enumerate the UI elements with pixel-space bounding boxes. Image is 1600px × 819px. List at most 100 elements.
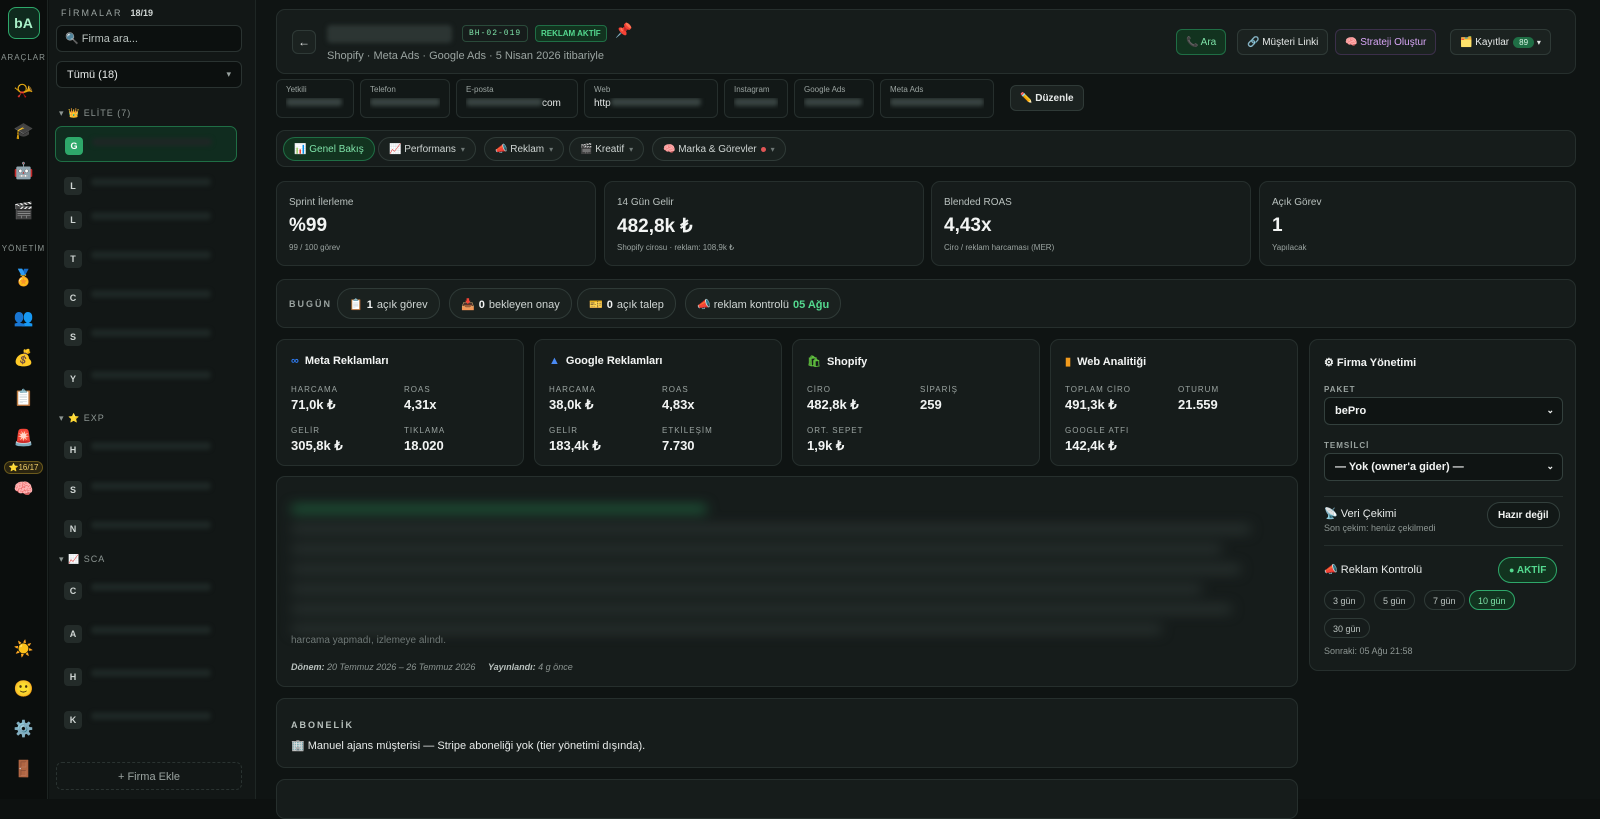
company-item[interactable]: S [55, 471, 237, 507]
field-eposta[interactable]: E-posta com [456, 79, 578, 118]
company-item[interactable]: Y [55, 360, 237, 396]
pending-approvals-pill[interactable]: 📥 0 bekleyen onay [449, 288, 572, 319]
divider [1324, 545, 1563, 546]
google-ads-card[interactable]: ▲ Google Reklamları HARCAMA 38,0k ₺ ROAS 4,… [534, 339, 782, 466]
company-name-redacted [91, 482, 211, 490]
management-title: ⚙ Firma Yönetimi [1324, 357, 1417, 369]
megaphone-icon[interactable]: 📯 [9, 76, 39, 106]
package-select[interactable]: bePro ⌄ [1324, 397, 1563, 425]
users-icon[interactable]: 👥 [9, 303, 39, 333]
chevron-down-icon: ▾ [770, 145, 775, 154]
tab-performance[interactable]: 📈 Performans ▾ [378, 137, 476, 161]
company-name-redacted [92, 138, 212, 146]
shopify-card[interactable]: 🛍 Shopify CİRO 482,8k ₺ SİPARİŞ 259 ORT. SE… [792, 339, 1040, 466]
representative-select[interactable]: — Yok (owner'a gider) — ⌄ [1324, 453, 1563, 481]
brain-icon[interactable]: 🧠 [9, 474, 39, 504]
money-bag-icon[interactable]: 💰 [9, 343, 39, 373]
score-badge: ⭐16/17 [3, 461, 44, 474]
edit-button[interactable]: ✏️ Düzenle [1010, 85, 1084, 111]
group-elite[interactable]: ▾ 👑 ELİTE (7) [59, 108, 131, 119]
robot-icon[interactable]: 🤖 [9, 156, 39, 186]
records-button[interactable]: 🗂️ Kayıtlar 89 ▾ [1450, 29, 1551, 55]
app-logo[interactable]: bA [7, 7, 40, 39]
company-item[interactable]: L [55, 167, 237, 203]
open-requests-pill[interactable]: 🎫 0 açık talep [577, 288, 676, 319]
tab-brand-tasks[interactable]: 🧠 Marka & Görevler ▾ [652, 137, 786, 161]
interval-5-chip[interactable]: 5 gün [1374, 590, 1415, 610]
clipboard-icon[interactable]: 📋 [9, 383, 39, 413]
company-avatar: G [65, 137, 83, 155]
field-yetkili[interactable]: Yetkili [276, 79, 354, 118]
back-button[interactable]: ← [292, 30, 316, 54]
google-ads-logo-icon: ▲ [549, 355, 560, 367]
exit-door-icon[interactable]: 🚪 [9, 754, 39, 784]
sun-icon[interactable]: ☀️ [9, 634, 39, 664]
analytics-bars-icon: ▮ [1065, 356, 1072, 368]
company-item[interactable]: L [55, 201, 237, 237]
call-button[interactable]: 📞 Ara [1176, 29, 1227, 55]
alarm-icon[interactable]: 🚨 [9, 423, 39, 453]
company-name-redacted [91, 442, 211, 450]
field-telefon[interactable]: Telefon [360, 79, 450, 118]
company-item[interactable]: C [55, 279, 237, 315]
company-item[interactable]: T [55, 240, 237, 276]
company-item[interactable]: H [55, 431, 237, 467]
company-name-redacted [91, 626, 211, 634]
tab-ads[interactable]: 📣 Reklam ▾ [484, 137, 565, 161]
kpi-card: Blended ROAS 4,43x Ciro / reklam harcaması… [931, 181, 1251, 266]
field-web[interactable]: Web http [584, 79, 718, 118]
company-item[interactable]: C [55, 572, 237, 608]
interval-7-chip[interactable]: 7 gün [1424, 590, 1465, 610]
company-avatar: H [64, 668, 82, 686]
meta-ads-card[interactable]: ∞ Meta Reklamları HARCAMA 71,0k ₺ ROAS 4,31… [276, 339, 524, 466]
ad-check-pill[interactable]: 📣 reklam kontrolü 05 Ağu [685, 288, 842, 319]
company-subtitle: Shopify · Meta Ads · Google Ads · 5 Nisa… [327, 50, 604, 62]
tab-creative[interactable]: 🎬 Kreatif ▾ [569, 137, 645, 161]
company-count: 18/19 [130, 8, 154, 18]
company-filter-select[interactable]: Tümü (18) ▾ [56, 61, 242, 88]
company-avatar: C [64, 582, 82, 600]
sidebar-title: FİRMALAR 18/19 [61, 8, 154, 18]
chevron-down-icon: ⌄ [1546, 461, 1554, 471]
company-item[interactable]: S [55, 318, 237, 354]
interval-10-chip[interactable]: 10 gün [1469, 590, 1515, 610]
clapper-icon[interactable]: 🎬 [9, 196, 39, 226]
company-name-redacted [91, 521, 211, 529]
group-scale[interactable]: ▾ 📈 SCA [59, 554, 105, 565]
management-label: YÖNETİM [1, 244, 46, 253]
company-item[interactable]: K [55, 701, 237, 737]
company-sidebar: FİRMALAR 18/19 🔍 Firma ara... Tümü (18) ▾ … [49, 0, 301, 799]
smiley-icon[interactable]: 🙂 [9, 674, 39, 704]
field-meta-ads[interactable]: Meta Ads [880, 79, 994, 118]
add-company-button[interactable]: + Firma Ekle [56, 762, 242, 790]
gear-icon[interactable]: ⚙️ [9, 714, 39, 744]
report-body-redacted [291, 493, 1281, 643]
ad-check-toggle[interactable]: ● AKTİF [1498, 557, 1558, 583]
web-analytics-card[interactable]: ▮ Web Analitiği TOPLAM CİRO 491,3k ₺ OTURU… [1050, 339, 1298, 466]
company-item[interactable]: A [55, 615, 237, 651]
customer-link-button[interactable]: 🔗 Müşteri Linki [1237, 29, 1329, 55]
interval-30-chip[interactable]: 30 gün [1324, 618, 1370, 638]
company-name-redacted [91, 251, 211, 259]
kpi-card: Açık Görev 1 Yapılacak [1259, 181, 1576, 266]
group-expert[interactable]: ▾ ⭐ EXP [59, 413, 105, 424]
today-bar: BUGÜN 📋 1 açık görev 📥 0 bekleyen onay 🎫 0 açı… [276, 279, 1576, 328]
tab-overview[interactable]: 📊 Genel Bakış [283, 137, 375, 161]
company-item[interactable]: H [55, 658, 237, 694]
company-item[interactable]: N [55, 510, 237, 546]
field-instagram[interactable]: Instagram [724, 79, 788, 118]
chevron-down-icon: ▾ [549, 145, 554, 154]
data-pull-button[interactable]: Hazır değil [1487, 502, 1560, 528]
open-tasks-pill[interactable]: 📋 1 açık görev [337, 288, 440, 319]
pin-icon[interactable]: 📌 [615, 22, 632, 39]
field-google-ads[interactable]: Google Ads [794, 79, 874, 118]
chevron-down-icon: ▾ [460, 145, 465, 154]
company-item[interactable]: G [55, 126, 237, 162]
shopify-bag-icon: 🛍 [807, 356, 821, 368]
graduation-cap-icon[interactable]: 🎓 [9, 116, 39, 146]
interval-3-chip[interactable]: 3 gün [1324, 590, 1365, 610]
company-search-input[interactable]: 🔍 Firma ara... [56, 25, 242, 52]
create-strategy-button[interactable]: 🧠 Strateji Oluştur [1335, 29, 1437, 55]
company-avatar: S [64, 328, 82, 346]
medal-icon[interactable]: 🏅 [9, 263, 39, 293]
